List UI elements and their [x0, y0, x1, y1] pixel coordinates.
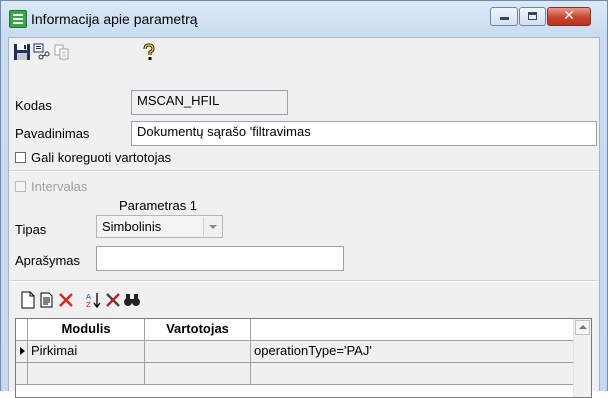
maximize-icon: [528, 12, 537, 20]
save-icon[interactable]: [13, 43, 31, 61]
tipas-select[interactable]: Simbolinis: [96, 215, 223, 238]
dialog-client-area: Kodas MSCAN_HFIL Pavadinimas Dokumentų s…: [8, 37, 600, 398]
properties-icon[interactable]: [33, 43, 51, 61]
kodas-field[interactable]: MSCAN_HFIL: [131, 90, 288, 115]
kodas-label: Kodas: [15, 98, 52, 113]
delete-icon[interactable]: [57, 291, 75, 309]
empty-row-cell[interactable]: [28, 363, 145, 385]
copy-icon[interactable]: [53, 43, 71, 61]
tipas-value: Simbolinis: [102, 219, 162, 234]
parametras-header: Parametras 1: [119, 198, 198, 213]
find-icon[interactable]: [123, 291, 141, 309]
table-row-modulis[interactable]: Pirkimai: [28, 341, 145, 363]
grid-vertical-scrollbar[interactable]: [573, 319, 591, 397]
help-icon[interactable]: [140, 43, 158, 61]
empty-row-indicator: [16, 363, 28, 385]
gali-koreguoti-label: Gali koreguoti vartotojas: [31, 150, 172, 165]
title-bar[interactable]: Informacija apie parametrą ✕: [1, 1, 607, 37]
grid-header-vartotojas[interactable]: Vartotojas: [145, 319, 251, 341]
sort-icon[interactable]: AZ: [85, 291, 103, 309]
aprasymas-field[interactable]: [96, 246, 344, 271]
section-divider: [9, 170, 599, 172]
svg-text:Z: Z: [86, 301, 91, 309]
table-row-value[interactable]: operationType='PAJ': [251, 341, 575, 363]
grid-header-modulis[interactable]: Modulis: [28, 319, 145, 341]
minimize-icon: [500, 17, 509, 20]
list-app-icon: [9, 10, 27, 28]
grid-corner-header: [16, 319, 28, 341]
svg-text:A: A: [86, 293, 91, 301]
chevron-down-icon[interactable]: [203, 217, 221, 236]
intervalas-checkbox[interactable]: [15, 181, 26, 192]
modules-grid: Modulis Vartotojas Pirkimai operationTyp…: [15, 318, 592, 398]
empty-row-cell[interactable]: [145, 363, 251, 385]
empty-row-cell[interactable]: [251, 363, 575, 385]
close-icon: ✕: [563, 8, 575, 24]
close-button[interactable]: ✕: [547, 7, 591, 26]
dialog-window: Informacija apie parametrą ✕ Kodas MSCAN…: [0, 0, 608, 398]
new-icon[interactable]: [19, 291, 37, 309]
gali-koreguoti-checkbox[interactable]: [15, 152, 26, 163]
intervalas-label: Intervalas: [31, 179, 88, 194]
tipas-label: Tipas: [15, 222, 47, 237]
grid-header-value[interactable]: [251, 319, 575, 341]
pavadinimas-label: Pavadinimas: [15, 126, 90, 141]
row-indicator[interactable]: [16, 341, 28, 363]
tools-icon[interactable]: [104, 291, 122, 309]
section-divider-2: [9, 280, 599, 282]
table-row-vartotojas[interactable]: [145, 341, 251, 363]
main-toolbar: [9, 38, 599, 66]
pavadinimas-field[interactable]: Dokumentų sąrašo 'filtravimas: [131, 121, 597, 146]
window-title: Informacija apie parametrą: [31, 11, 198, 27]
scroll-up-icon[interactable]: [575, 320, 590, 335]
edit-icon[interactable]: [38, 291, 56, 309]
maximize-button[interactable]: [519, 7, 546, 26]
minimize-button[interactable]: [490, 7, 518, 26]
aprasymas-label: Aprašymas: [15, 253, 81, 268]
